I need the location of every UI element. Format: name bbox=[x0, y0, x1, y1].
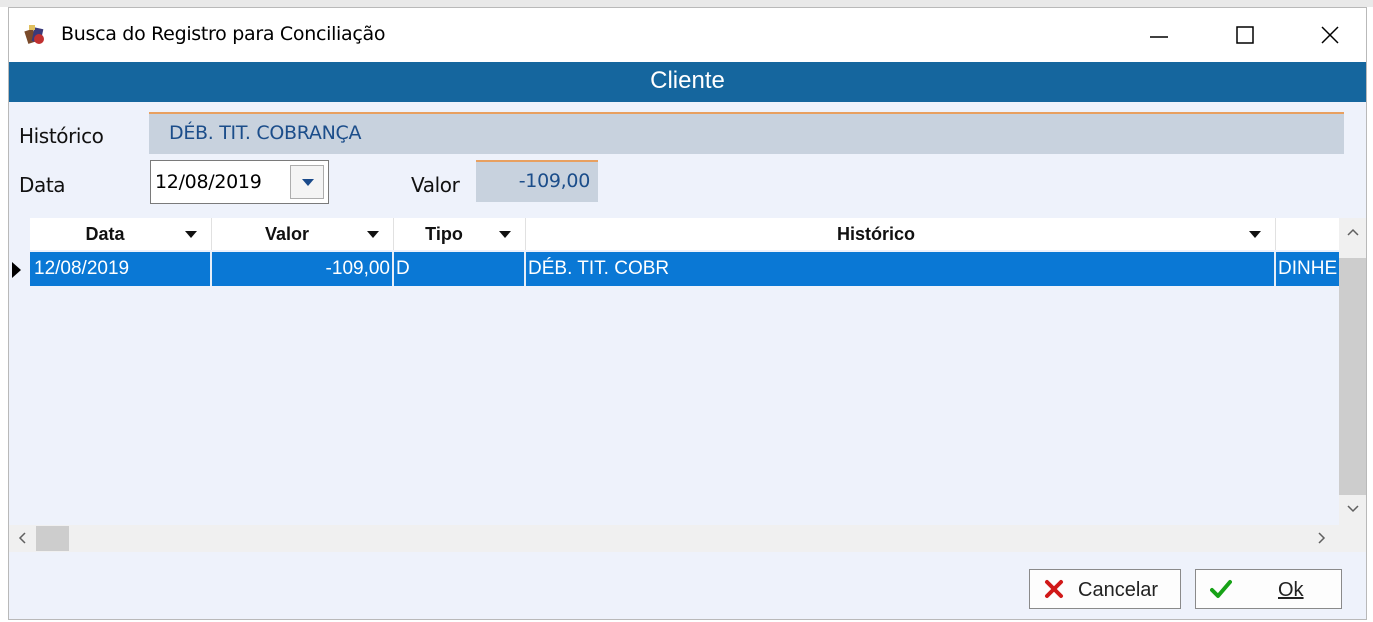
current-row-indicator-icon bbox=[12, 262, 21, 278]
maximize-button[interactable] bbox=[1216, 8, 1274, 62]
maximize-icon bbox=[1236, 26, 1254, 44]
ok-button[interactable]: Ok bbox=[1195, 569, 1342, 609]
column-header-label: Valor bbox=[264, 224, 310, 244]
minimize-icon bbox=[1150, 36, 1168, 38]
cancel-button[interactable]: Cancelar bbox=[1029, 569, 1181, 609]
valor-field: -109,00 bbox=[476, 160, 598, 202]
title-bar[interactable]: Busca do Registro para Conciliação bbox=[9, 8, 1366, 62]
column-header-tipo[interactable]: Tipo bbox=[394, 218, 526, 250]
scroll-up-icon[interactable] bbox=[1347, 228, 1359, 236]
ok-label: Ok bbox=[1278, 579, 1304, 601]
records-grid[interactable]: Data Valor Tipo Histórico 12/08/2019 -10… bbox=[9, 218, 1366, 552]
table-row[interactable]: 12/08/2019 -109,00 D DÉB. TIT. COBR DINH… bbox=[30, 252, 1339, 286]
vertical-scroll-thumb[interactable] bbox=[1339, 258, 1366, 495]
background-strip bbox=[0, 0, 1373, 7]
date-picker[interactable]: 12/08/2019 bbox=[150, 160, 329, 204]
valor-label: Valor bbox=[411, 173, 460, 197]
column-header-data[interactable]: Data bbox=[30, 218, 212, 250]
cell-valor[interactable]: -109,00 bbox=[212, 252, 394, 286]
column-header-valor[interactable]: Valor bbox=[212, 218, 394, 250]
scroll-left-icon[interactable] bbox=[18, 532, 26, 544]
column-header-label: Data bbox=[85, 224, 125, 244]
historico-label: Histórico bbox=[19, 124, 104, 148]
chevron-down-icon bbox=[302, 179, 314, 186]
horizontal-scroll-thumb[interactable] bbox=[36, 526, 69, 551]
sort-arrow-icon[interactable] bbox=[1249, 231, 1261, 239]
date-value: 12/08/2019 bbox=[155, 171, 262, 193]
vertical-scrollbar[interactable] bbox=[1339, 218, 1366, 525]
red-x-icon bbox=[1045, 580, 1063, 598]
check-icon bbox=[1210, 580, 1232, 598]
horizontal-scrollbar[interactable] bbox=[9, 525, 1366, 552]
close-icon bbox=[1321, 26, 1339, 44]
cell-extra[interactable]: DINHE bbox=[1276, 252, 1339, 286]
app-icon bbox=[24, 25, 44, 44]
column-header-label: Tipo bbox=[425, 224, 463, 244]
dialog-window: Busca do Registro para Conciliação Clien… bbox=[8, 7, 1367, 620]
section-banner: Cliente bbox=[9, 62, 1366, 102]
cell-tipo[interactable]: D bbox=[394, 252, 526, 286]
close-button[interactable] bbox=[1301, 8, 1359, 62]
sort-arrow-icon[interactable] bbox=[367, 231, 379, 239]
sort-arrow-icon[interactable] bbox=[185, 231, 197, 239]
historico-field: DÉB. TIT. COBRANÇA bbox=[149, 112, 1344, 154]
cell-data[interactable]: 12/08/2019 bbox=[30, 252, 212, 286]
scroll-down-icon[interactable] bbox=[1347, 505, 1359, 513]
column-header-label: Histórico bbox=[836, 224, 915, 244]
cancel-label: Cancelar bbox=[1078, 579, 1159, 601]
column-header-historico[interactable]: Histórico bbox=[526, 218, 1276, 250]
scroll-right-icon[interactable] bbox=[1318, 532, 1326, 544]
sort-arrow-icon[interactable] bbox=[499, 231, 511, 239]
cell-historico[interactable]: DÉB. TIT. COBR bbox=[526, 252, 1276, 286]
minimize-button[interactable] bbox=[1130, 8, 1188, 62]
date-dropdown-button[interactable] bbox=[290, 165, 324, 199]
grid-header: Data Valor Tipo Histórico bbox=[30, 218, 1339, 250]
window-title: Busca do Registro para Conciliação bbox=[61, 23, 386, 45]
data-label: Data bbox=[19, 173, 66, 197]
